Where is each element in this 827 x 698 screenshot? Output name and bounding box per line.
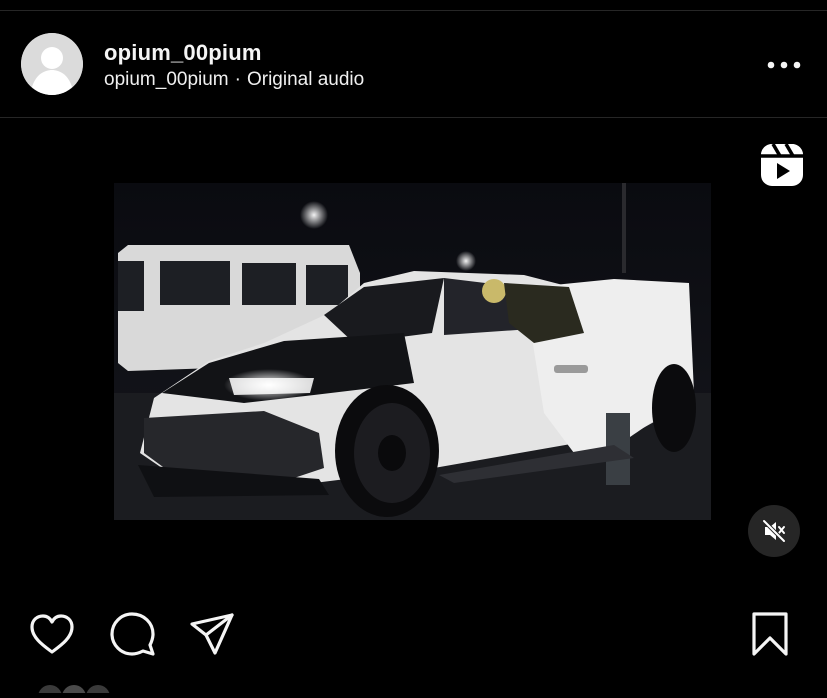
audio-attribution: opium_00pium · Original audio <box>104 69 364 91</box>
liked-by-avatars[interactable] <box>36 680 116 698</box>
like-button[interactable] <box>26 608 78 660</box>
bookmark-icon <box>752 612 788 656</box>
comment-button[interactable] <box>106 608 158 660</box>
default-avatar-icon <box>21 33 83 95</box>
reels-icon <box>758 140 806 188</box>
post-username[interactable]: opium_00pium <box>104 40 262 66</box>
muted-speaker-icon <box>762 519 786 543</box>
post-actions <box>0 600 827 670</box>
more-options-button[interactable] <box>762 53 806 77</box>
video-frame[interactable] <box>114 183 711 520</box>
share-button[interactable] <box>186 608 238 660</box>
more-horizontal-icon <box>767 61 801 69</box>
separator-dot: · <box>234 69 241 90</box>
profile-avatar[interactable] <box>21 33 83 95</box>
video-still-image <box>114 183 711 520</box>
original-audio-link[interactable]: Original audio <box>247 69 364 90</box>
audio-owner-link[interactable]: opium_00pium <box>104 69 229 90</box>
save-button[interactable] <box>744 608 796 660</box>
mute-toggle-button[interactable] <box>748 505 800 557</box>
comment-bubble-icon <box>110 612 155 656</box>
post-header: opium_00pium opium_00pium · Original audio <box>0 11 827 117</box>
heart-icon <box>30 614 74 654</box>
reel-media[interactable] <box>0 118 827 588</box>
paper-plane-icon <box>190 613 234 655</box>
